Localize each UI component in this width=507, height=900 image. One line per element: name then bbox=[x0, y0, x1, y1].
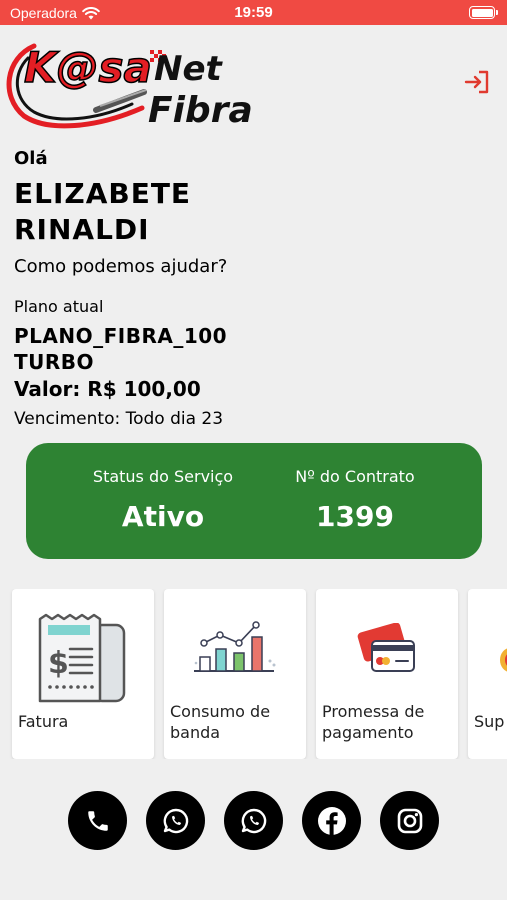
tile-consumo-label-line2: banda bbox=[170, 723, 221, 742]
whatsapp-button-2[interactable] bbox=[224, 791, 283, 850]
invoice-icon: $ bbox=[38, 613, 126, 703]
user-name-line2: RINALDI bbox=[14, 213, 150, 246]
tile-promessa-label: Promessa de pagamento bbox=[322, 701, 424, 743]
tile-consumo-label-line1: Consumo de bbox=[170, 702, 271, 721]
plan-name-line2: TURBO bbox=[14, 350, 95, 374]
help-prompt: Como podemos ajudar? bbox=[14, 256, 228, 277]
phone-button[interactable] bbox=[68, 791, 127, 850]
instagram-icon bbox=[397, 808, 422, 833]
support-icon bbox=[500, 648, 507, 672]
contract-number-value: 1399 bbox=[316, 500, 394, 533]
kasanet-fibra-logo: K@sa Net Fibra bbox=[6, 42, 253, 131]
instagram-button[interactable] bbox=[380, 791, 439, 850]
contract-number: Nº do Contrato 1399 bbox=[255, 467, 455, 533]
tile-consumo-de-banda[interactable]: Consumo de banda bbox=[164, 589, 306, 759]
bandwidth-chart-icon bbox=[194, 621, 276, 672]
plan-name: PLANO_FIBRA_100 TURBO bbox=[14, 323, 227, 375]
tile-suporte[interactable]: Sup bbox=[468, 589, 507, 759]
clock: 19:59 bbox=[234, 4, 273, 21]
whatsapp-button-1[interactable] bbox=[146, 791, 205, 850]
facebook-icon bbox=[317, 806, 346, 835]
logo-kasa-text: K@sa bbox=[24, 43, 152, 92]
tile-fatura-label-text: Fatura bbox=[18, 712, 69, 731]
greeting-hello: Olá bbox=[14, 148, 48, 169]
tile-promessa-de-pagamento[interactable]: Promessa de pagamento bbox=[316, 589, 458, 759]
phone-icon bbox=[87, 810, 108, 831]
service-status-value: Ativo bbox=[121, 500, 205, 533]
user-name-line1: ELIZABETE bbox=[14, 177, 192, 210]
logo-net-text: Net bbox=[154, 49, 224, 89]
whatsapp-icon bbox=[241, 808, 266, 833]
service-status: Status do Serviço Ativo bbox=[63, 467, 263, 533]
tile-suporte-label: Sup bbox=[474, 711, 504, 732]
whatsapp-icon bbox=[163, 808, 188, 833]
status-bar: Operadora 19:59 bbox=[0, 0, 507, 25]
facebook-button[interactable] bbox=[302, 791, 361, 850]
plan-due-date: Vencimento: Todo dia 23 bbox=[14, 409, 224, 429]
tile-fatura-label: Fatura bbox=[18, 711, 68, 732]
svg-text:$: $ bbox=[48, 646, 69, 681]
plan-value: Valor: R$ 100,00 bbox=[14, 377, 201, 401]
service-status-card: Status do Serviço Ativo Nº do Contrato 1… bbox=[26, 443, 482, 559]
tile-promessa-label-line2: pagamento bbox=[322, 723, 414, 742]
logout-icon[interactable] bbox=[463, 68, 491, 96]
credit-card-icon bbox=[357, 623, 415, 672]
tile-promessa-label-line1: Promessa de bbox=[322, 702, 425, 721]
tile-suporte-label-text: Sup bbox=[474, 712, 505, 731]
plan-name-line1: PLANO_FIBRA_100 bbox=[14, 324, 228, 348]
logo-fibra-text: Fibra bbox=[148, 90, 253, 131]
action-tiles: $ Fatura Consumo de banda Promessa de pa… bbox=[0, 589, 507, 759]
service-status-label: Status do Serviço bbox=[92, 467, 234, 486]
plan-label: Plano atual bbox=[14, 297, 104, 316]
contract-number-label: Nº do Contrato bbox=[295, 467, 415, 486]
tile-consumo-label: Consumo de banda bbox=[170, 701, 270, 743]
battery-icon bbox=[469, 6, 498, 19]
user-name: ELIZABETE RINALDI bbox=[14, 176, 191, 248]
tile-fatura[interactable]: $ Fatura bbox=[12, 589, 154, 759]
